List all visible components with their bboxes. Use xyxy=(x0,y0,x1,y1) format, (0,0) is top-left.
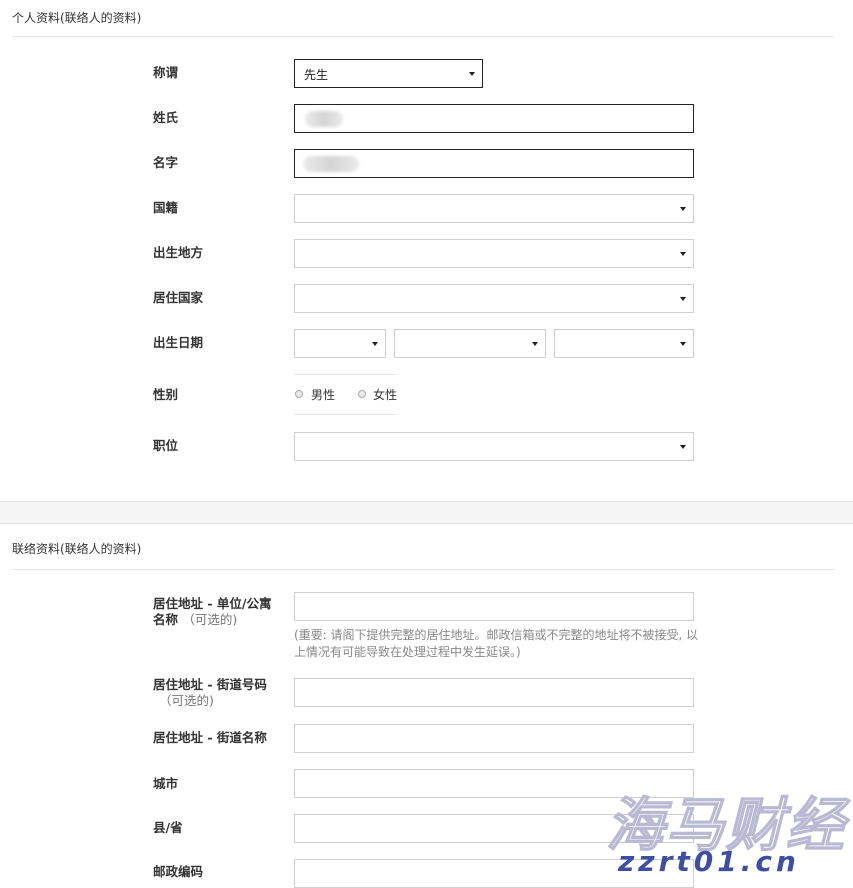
chevron-down-icon xyxy=(680,297,686,301)
gender-male-radio[interactable] xyxy=(295,390,303,398)
nationality-label: 国籍 xyxy=(153,200,179,215)
optional-hint: （可选的) xyxy=(182,612,238,627)
chevron-down-icon xyxy=(372,342,378,346)
dob-day-select[interactable] xyxy=(294,329,386,358)
residence-country-label: 居住国家 xyxy=(153,290,204,305)
section-separator xyxy=(0,501,853,524)
section-divider xyxy=(12,36,835,37)
given-name-input[interactable] xyxy=(294,149,694,178)
watermark-url: zzrt01.cn xyxy=(618,845,800,878)
divider xyxy=(294,414,398,415)
salutation-label: 称谓 xyxy=(153,65,179,80)
unit-label: 居住地址 - 单位/公寓名称 （可选的) xyxy=(153,596,273,628)
street-no-label-text: 居住地址 - 街道号码 xyxy=(153,677,267,692)
chevron-down-icon xyxy=(680,252,686,256)
gender-female-radio[interactable] xyxy=(358,390,366,398)
gender-male-label[interactable]: 男性 xyxy=(311,386,335,403)
residence-country-select[interactable] xyxy=(294,284,694,313)
unit-input[interactable] xyxy=(294,592,694,621)
birthplace-label: 出生地方 xyxy=(153,245,204,260)
gender-label: 性别 xyxy=(153,387,179,402)
county-label: 县/省 xyxy=(153,820,183,835)
optional-hint: （可选的) xyxy=(159,693,214,708)
section-title: 个人资料(联络人的资料) xyxy=(12,11,142,25)
city-label: 城市 xyxy=(153,776,179,791)
position-select[interactable] xyxy=(294,432,694,461)
nationality-select[interactable] xyxy=(294,194,694,223)
dob-month-select[interactable] xyxy=(394,329,546,358)
section-title: 联络资料(联络人的资料) xyxy=(12,542,142,556)
redacted-value xyxy=(303,156,359,172)
street-name-input[interactable] xyxy=(294,724,694,753)
redacted-value xyxy=(305,111,343,127)
street-name-label: 居住地址 - 街道名称 xyxy=(153,730,267,745)
divider xyxy=(294,374,398,375)
dob-label: 出生日期 xyxy=(153,335,204,350)
chevron-down-icon xyxy=(680,342,686,346)
position-label: 职位 xyxy=(153,438,179,453)
gender-female-label[interactable]: 女性 xyxy=(373,386,397,403)
salutation-value: 先生 xyxy=(304,68,329,82)
personal-section: 个人资料(联络人的资料) 称谓 先生 姓氏 名字 国籍 出生地方 居住国家 出生… xyxy=(0,0,853,501)
address-note: (重要: 请阁下提供完整的居住地址。邮政信箱或不完整的地址将不被接受, 以上情况… xyxy=(294,628,699,659)
chevron-down-icon xyxy=(469,72,475,76)
street-no-input[interactable] xyxy=(294,678,694,707)
chevron-down-icon xyxy=(680,207,686,211)
salutation-select[interactable]: 先生 xyxy=(294,59,483,88)
chevron-down-icon xyxy=(532,342,538,346)
section-divider xyxy=(12,569,835,570)
dob-year-select[interactable] xyxy=(554,329,694,358)
surname-label: 姓氏 xyxy=(153,110,179,125)
street-no-label: 居住地址 - 街道号码 （可选的) xyxy=(153,677,273,709)
given-name-label: 名字 xyxy=(153,155,179,170)
postcode-label: 邮政编码 xyxy=(153,864,204,879)
chevron-down-icon xyxy=(680,445,686,449)
birthplace-select[interactable] xyxy=(294,239,694,268)
surname-input[interactable] xyxy=(294,104,694,133)
